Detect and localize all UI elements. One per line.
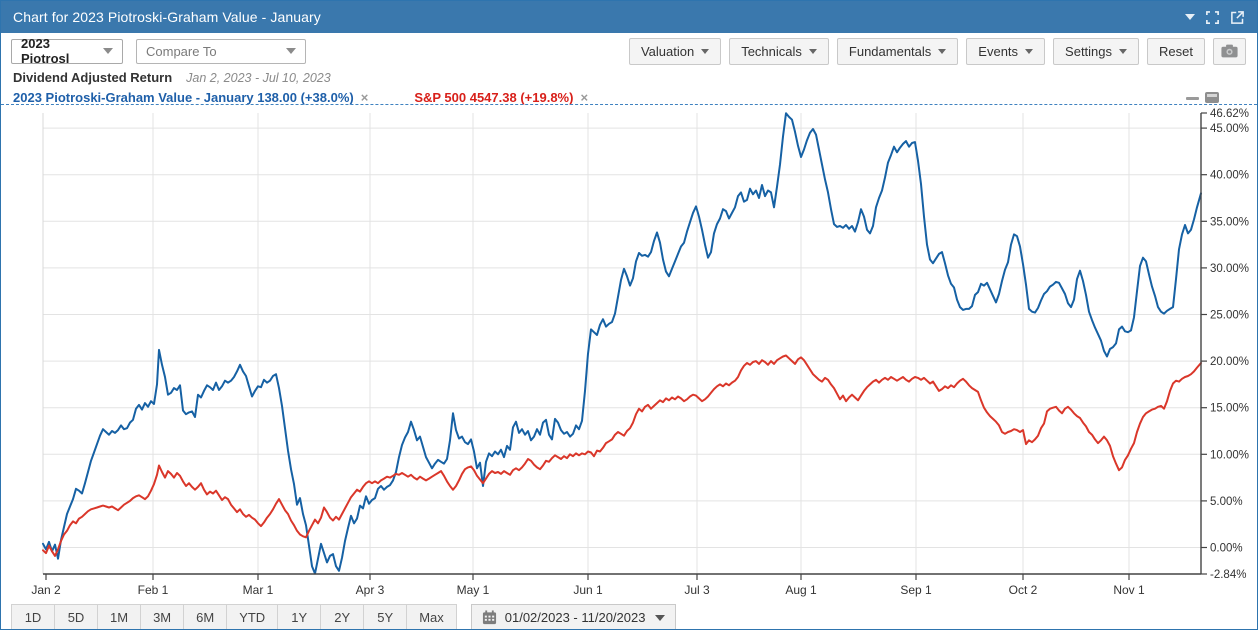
remove-series-icon[interactable]: × [361, 90, 369, 105]
events-button[interactable]: Events [966, 38, 1045, 65]
svg-text:10.00%: 10.00% [1210, 449, 1249, 461]
strategy-dropdown-value: 2023 Piotrosl [21, 36, 95, 66]
svg-text:30.00%: 30.00% [1210, 263, 1249, 275]
valuation-button[interactable]: Valuation [629, 38, 721, 65]
remove-series-icon[interactable]: × [580, 90, 588, 105]
valuation-button-label: Valuation [641, 44, 694, 59]
reset-button-label: Reset [1159, 44, 1193, 59]
range-5d-button[interactable]: 5D [54, 604, 98, 630]
chart-subheader: Dividend Adjusted Return Jan 2, 2023 - J… [13, 70, 331, 86]
collapse-panel-icon[interactable] [1186, 97, 1199, 100]
chart-widget: Chart for 2023 Piotroski-Graham Value - … [0, 0, 1258, 630]
svg-text:Mar 1: Mar 1 [243, 583, 274, 597]
svg-text:May 1: May 1 [457, 583, 490, 597]
external-link-icon[interactable] [1230, 10, 1245, 25]
svg-text:Feb 1: Feb 1 [138, 583, 169, 597]
range-1y-button[interactable]: 1Y [277, 604, 321, 630]
chevron-down-icon [1119, 49, 1127, 54]
svg-text:20.00%: 20.00% [1210, 356, 1249, 368]
range-max-button[interactable]: Max [406, 604, 457, 630]
title-bar: Chart for 2023 Piotroski-Graham Value - … [1, 1, 1257, 33]
screenshot-button[interactable] [1213, 38, 1246, 65]
compare-to-placeholder: Compare To [146, 44, 217, 59]
svg-text:-2.84%: -2.84% [1210, 569, 1246, 581]
legend-item-sp500: S&P 500 4547.38 (+19.8%) × [368, 90, 588, 105]
svg-text:15.00%: 15.00% [1210, 403, 1249, 415]
svg-text:46.62%: 46.62% [1210, 108, 1249, 120]
chart-canvas[interactable]: Jan 2 Feb 1 Mar 1 Apr 3 May 1 Jun 1 Jul 3 Aug 1… [1, 105, 1258, 601]
range-1m-button[interactable]: 1M [97, 604, 141, 630]
chevron-down-icon [655, 615, 665, 621]
fundamentals-button[interactable]: Fundamentals [837, 38, 958, 65]
chevron-down-icon [701, 49, 709, 54]
svg-text:Oct 2: Oct 2 [1009, 583, 1038, 597]
chevron-down-icon [286, 48, 296, 54]
strategy-dropdown[interactable]: 2023 Piotrosl [11, 39, 123, 64]
chevron-down-icon[interactable] [1185, 14, 1195, 20]
legend-sp500-label: S&P 500 4547.38 (+19.8%) [414, 90, 573, 105]
svg-text:5.00%: 5.00% [1210, 496, 1243, 508]
chevron-down-icon [1025, 49, 1033, 54]
svg-text:40.00%: 40.00% [1210, 170, 1249, 182]
legend-strategy-label: 2023 Piotroski-Graham Value - January 13… [13, 90, 354, 105]
fullscreen-icon[interactable] [1205, 10, 1220, 25]
legend-item-strategy: 2023 Piotroski-Graham Value - January 13… [13, 90, 368, 105]
svg-text:0.00%: 0.00% [1210, 543, 1243, 555]
price-chart[interactable]: Jan 2 Feb 1 Mar 1 Apr 3 May 1 Jun 1 Jul 3 Aug 1… [1, 105, 1258, 601]
chevron-down-icon [938, 49, 946, 54]
svg-text:35.00%: 35.00% [1210, 216, 1249, 228]
technicals-button[interactable]: Technicals [729, 38, 829, 65]
reset-button[interactable]: Reset [1147, 38, 1205, 65]
date-range-picker[interactable]: 01/02/2023 - 11/20/2023 [471, 604, 677, 630]
toolbar: 2023 Piotrosl Compare To Valuation Techn… [1, 33, 1257, 69]
svg-text:Nov 1: Nov 1 [1113, 583, 1145, 597]
fundamentals-button-label: Fundamentals [849, 44, 931, 59]
range-6m-button[interactable]: 6M [183, 604, 227, 630]
range-5y-button[interactable]: 5Y [363, 604, 407, 630]
settings-button-label: Settings [1065, 44, 1112, 59]
range-2y-button[interactable]: 2Y [320, 604, 364, 630]
range-bar: 1D 5D 1M 3M 6M YTD 1Y 2Y 5Y Max 01/02/ [11, 604, 676, 630]
metric-label: Dividend Adjusted Return [13, 70, 172, 85]
range-1d-button[interactable]: 1D [11, 604, 55, 630]
svg-text:Apr 3: Apr 3 [356, 583, 385, 597]
svg-text:45.00%: 45.00% [1210, 123, 1249, 135]
technicals-button-label: Technicals [741, 44, 802, 59]
range-3m-button[interactable]: 3M [140, 604, 184, 630]
camera-icon [1221, 44, 1238, 58]
page-title: Chart for 2023 Piotroski-Graham Value - … [1, 9, 321, 25]
svg-text:Jan 2: Jan 2 [31, 583, 61, 597]
svg-text:Jun 1: Jun 1 [573, 583, 603, 597]
chevron-down-icon [809, 49, 817, 54]
range-ytd-button[interactable]: YTD [226, 604, 278, 630]
range-button-group: 1D 5D 1M 3M 6M YTD 1Y 2Y 5Y Max [11, 604, 457, 630]
calendar-icon [482, 610, 497, 625]
date-range-value: 01/02/2023 - 11/20/2023 [505, 610, 646, 625]
svg-text:Sep 1: Sep 1 [900, 583, 932, 597]
settings-button[interactable]: Settings [1053, 38, 1139, 65]
svg-text:25.00%: 25.00% [1210, 310, 1249, 322]
events-button-label: Events [978, 44, 1018, 59]
svg-text:Jul 3: Jul 3 [684, 583, 710, 597]
visible-date-range: Jan 2, 2023 - Jul 10, 2023 [186, 71, 331, 85]
compare-to-dropdown[interactable]: Compare To [136, 39, 306, 64]
panel-layout-icon[interactable] [1205, 92, 1219, 103]
svg-text:Aug 1: Aug 1 [785, 583, 817, 597]
chevron-down-icon [103, 48, 113, 54]
